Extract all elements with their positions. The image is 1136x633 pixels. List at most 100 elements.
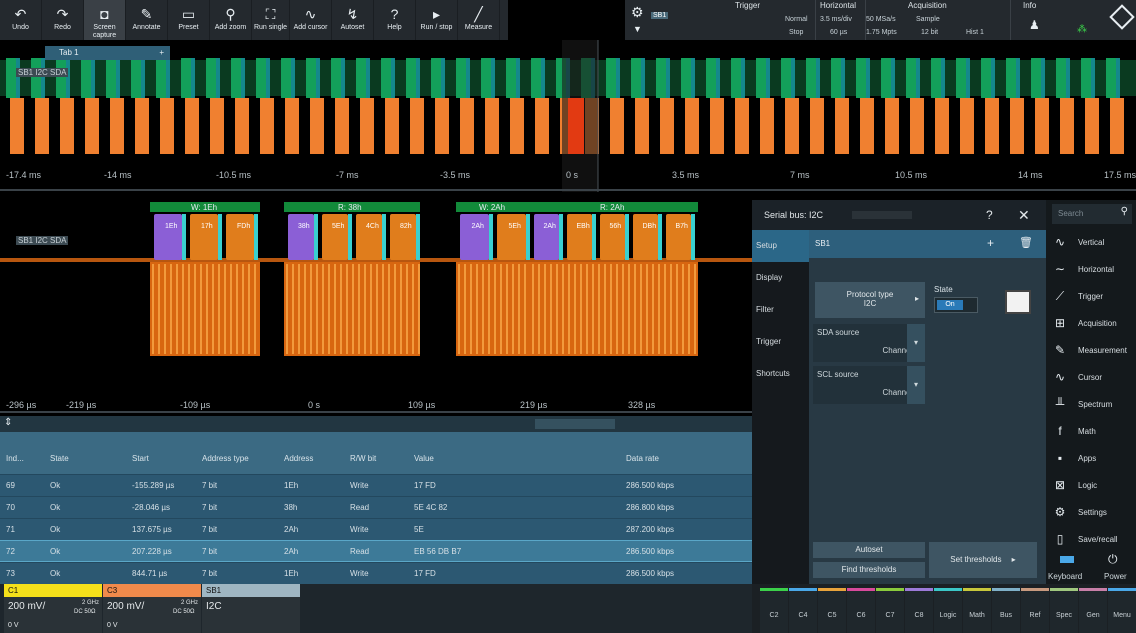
add-bus-button[interactable]: +	[987, 236, 994, 250]
channel-c1-card[interactable]: C1 200 mV/ 2 GHz DC 50Ω 0 V	[4, 584, 102, 633]
help-button[interactable]: ? Help	[374, 0, 416, 40]
delete-bus-icon[interactable]: 🗑	[1019, 236, 1033, 249]
set-thresholds-button[interactable]: Set thresholds ▸	[929, 542, 1037, 578]
menu-item-logic[interactable]: ⊠ Logic	[1046, 473, 1136, 500]
splitter-handle[interactable]	[535, 419, 615, 429]
acquisition-status[interactable]: Acquisition 50 MSa/s 1.75 Mpts Sample 12…	[865, 0, 1010, 40]
column-header[interactable]: Value	[414, 454, 434, 463]
quick-button-c6[interactable]: C6	[847, 588, 875, 633]
channel-c3-card[interactable]: C3 200 mV/ 2 GHz DC 50Ω 0 V	[103, 584, 201, 633]
collapse-chevron-icon[interactable]: ▼	[633, 24, 642, 34]
decoded-byte	[190, 214, 218, 260]
scl-source-field[interactable]: SCL source Channel 3 ▾	[813, 366, 925, 404]
column-header[interactable]: Address	[284, 454, 313, 463]
state-label: State	[934, 285, 953, 294]
horizontal-status[interactable]: Horizontal 3.5 ms/div 60 µs	[815, 0, 865, 40]
menu-item-saverecall[interactable]: ▯ Save/recall	[1046, 527, 1136, 554]
run-single-button[interactable]: ⛶ Run single	[252, 0, 290, 40]
quick-button-c2[interactable]: C2	[760, 588, 788, 633]
quick-button-gen[interactable]: Gen	[1079, 588, 1107, 633]
column-header[interactable]: Address type	[202, 454, 249, 463]
quick-button-ref[interactable]: Ref	[1021, 588, 1049, 633]
preset-button[interactable]: ▭ Preset	[168, 0, 210, 40]
nav-item-display[interactable]: Display	[752, 262, 809, 294]
quick-button-spec[interactable]: Spec	[1050, 588, 1078, 633]
table-row[interactable]: 71 Ok 137.675 µs 7 bit 2Ah Write 5E 287.200 kbp…	[0, 518, 752, 540]
column-header[interactable]: Start	[132, 454, 149, 463]
channel-sb1-card[interactable]: SB1 I2C	[202, 584, 300, 633]
close-icon[interactable]: ✕	[1018, 200, 1030, 230]
zoom-diagram[interactable]: W: 1Eh 1Eh 17h FDh R: 38h 38h 5Eh 4Ch 82h W: 2Ah 2…	[0, 196, 752, 414]
decoded-frame[interactable]: W: 1Eh 1Eh 17h FDh	[150, 202, 260, 356]
redo-button[interactable]: ↷ Redo	[42, 0, 84, 40]
nav-item-setup[interactable]: Setup	[752, 230, 809, 262]
decoded-frame[interactable]: R: 2Ah 2Ah EBh 56h DBh B7h	[530, 202, 698, 356]
menu-item-settings[interactable]: ⚙ Settings	[1046, 500, 1136, 527]
tab-1[interactable]: Tab 1 +	[45, 46, 170, 60]
add-tab-button[interactable]: +	[159, 46, 164, 60]
chevron-down-icon[interactable]: ▾	[907, 324, 925, 362]
quick-button-menu[interactable]: Menu	[1108, 588, 1136, 633]
overview-sda-pulse	[785, 98, 799, 154]
decoded-frame[interactable]: R: 38h 38h 5Eh 4Ch 82h	[284, 202, 420, 356]
power-button[interactable]: ⏻ Power	[1092, 552, 1136, 584]
menu-item-acquisition[interactable]: ⊞ Acquisition	[1046, 311, 1136, 338]
nav-item-trigger[interactable]: Trigger	[752, 326, 809, 358]
info-status[interactable]: Info ♟	[1010, 0, 1060, 40]
table-cell: 2Ah	[284, 547, 299, 556]
autoset-button[interactable]: ↯ Autoset	[332, 0, 374, 40]
menu-item-math[interactable]: f Math	[1046, 419, 1136, 446]
chevron-down-icon[interactable]: ▾	[907, 366, 925, 404]
menu-item-cursor[interactable]: ∿ Cursor	[1046, 365, 1136, 392]
column-header[interactable]: State	[50, 454, 69, 463]
quick-button-bus[interactable]: Bus	[992, 588, 1020, 633]
keyboard-button[interactable]: Keyboard	[1046, 552, 1090, 584]
camera-button[interactable]: ◘ Screen capture	[84, 0, 126, 40]
find-thresholds-button[interactable]: Find thresholds	[813, 562, 925, 578]
trigger-status[interactable]: Trigger Normal Stop	[685, 0, 815, 40]
protocol-type-button[interactable]: Protocol type I2C ▸	[815, 282, 925, 318]
sb-badge[interactable]: SB1	[651, 12, 669, 19]
run-stop-button[interactable]: ▸ Run / stop	[416, 0, 458, 40]
menu-item-apps[interactable]: ▪ Apps	[1046, 446, 1136, 473]
quick-button-c5[interactable]: C5	[818, 588, 846, 633]
quick-button-c7[interactable]: C7	[876, 588, 904, 633]
quick-button-c8[interactable]: C8	[905, 588, 933, 633]
zoom-button[interactable]: ⚲ Add zoom	[210, 0, 252, 40]
save-recall-icon: ▯	[1056, 532, 1064, 546]
column-header[interactable]: R/W bit	[350, 454, 376, 463]
panel-drag-handle[interactable]	[852, 211, 912, 219]
column-header[interactable]: Data rate	[626, 454, 659, 463]
overview-diagram[interactable]: -17.4 ms -14 ms -10.5 ms -7 ms -3.5 ms 0 s 3.5…	[0, 40, 1136, 192]
measure-button[interactable]: ╱ Measure	[458, 0, 500, 40]
cursor-button[interactable]: ∿ Add cursor	[290, 0, 332, 40]
table-row[interactable]: 73 Ok 844.71 µs 7 bit 1Eh Write 17 FD 286.500 k…	[0, 562, 752, 584]
pen-button[interactable]: ✎ Annotate	[126, 0, 168, 40]
quick-button-math[interactable]: Math	[963, 588, 991, 633]
resize-handle-icon[interactable]: ⇕	[4, 417, 12, 428]
table-row[interactable]: 69 Ok -155.289 µs 7 bit 1Eh Write 17 FD 286.500…	[0, 474, 752, 496]
menu-item-horizontal[interactable]: ∼ Horizontal	[1046, 257, 1136, 284]
search-field[interactable]: Search ⚲	[1052, 204, 1132, 224]
nav-item-filter[interactable]: Filter	[752, 294, 809, 326]
settings-gear-icon[interactable]: ⚙	[631, 4, 644, 21]
menu-item-vertical[interactable]: ∿ Vertical	[1046, 230, 1136, 257]
quick-button-c4[interactable]: C4	[789, 588, 817, 633]
sb-tab[interactable]: SB1	[815, 239, 830, 248]
undo-button[interactable]: ↶ Undo	[0, 0, 42, 40]
menu-item-spectrum[interactable]: ╨ Spectrum	[1046, 392, 1136, 419]
menu-item-trigger[interactable]: ⟋ Trigger	[1046, 284, 1136, 311]
nav-item-shortcuts[interactable]: Shortcuts	[752, 358, 809, 390]
quick-button-logic[interactable]: Logic	[934, 588, 962, 633]
state-toggle[interactable]: On	[934, 297, 978, 313]
help-icon[interactable]: ?	[986, 200, 993, 230]
frame-burst-edge	[400, 264, 402, 354]
table-row[interactable]: 72 Ok 207.228 µs 7 bit 2Ah Read EB 56 DB B7 286…	[0, 540, 752, 562]
decoded-frame[interactable]: W: 2Ah 2Ah 5Eh	[456, 202, 530, 356]
autoset-button[interactable]: Autoset	[813, 542, 925, 558]
menu-item-measurement[interactable]: ✎ Measurement	[1046, 338, 1136, 365]
spectrum-icon: ╨	[1055, 397, 1065, 411]
sda-source-field[interactable]: SDA source Channel 1 ▾	[813, 324, 925, 362]
column-header[interactable]: Ind...	[6, 454, 24, 463]
table-row[interactable]: 70 Ok -28.046 µs 7 bit 38h Read 5E 4C 82 286.80…	[0, 496, 752, 518]
